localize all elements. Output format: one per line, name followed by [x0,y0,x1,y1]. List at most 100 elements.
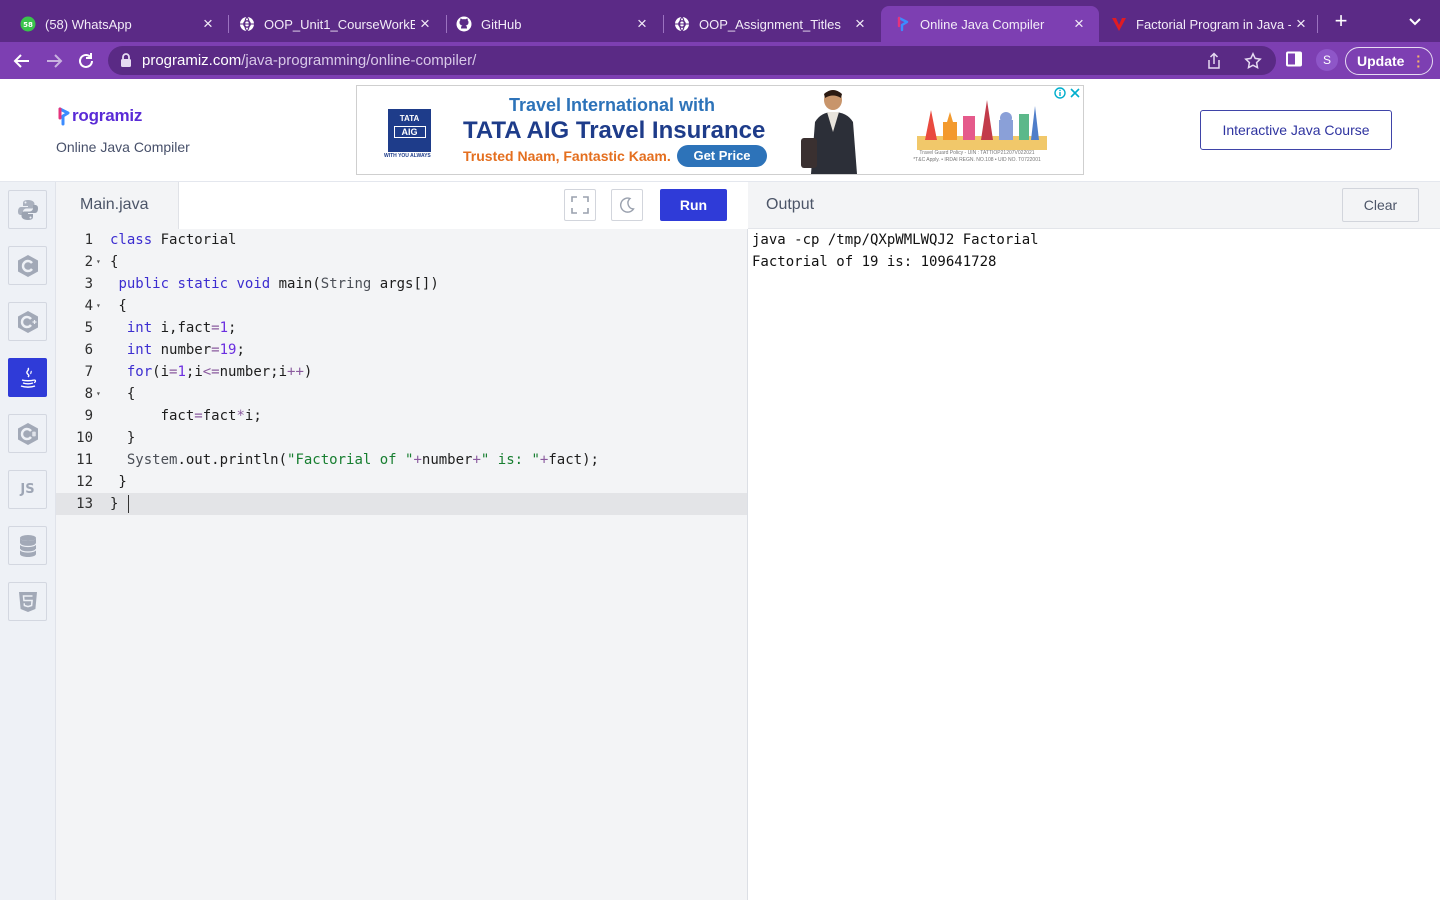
ad-choices[interactable] [1054,87,1081,99]
lock-icon [120,53,132,72]
c-icon [17,254,38,277]
code-text: System.out.println("Factorial of "+numbe… [126,452,599,468]
interactive-course-button[interactable]: Interactive Java Course [1200,110,1392,150]
ad-get-price-button[interactable]: Get Price [677,145,767,167]
fullscreen-button[interactable] [564,189,596,221]
advertisement-banner[interactable]: TATA AIG WITH YOU ALWAYS Travel Internat… [356,85,1084,175]
fold-arrow-icon[interactable]: ▾ [96,251,101,273]
lang-csharp[interactable] [8,414,47,453]
url-text: programiz.com/java-programming/online-co… [142,52,476,69]
browser-tab-whatsapp[interactable]: 58 (58) WhatsApp × [0,6,228,42]
new-tab-icon[interactable]: + [1330,10,1352,32]
lang-javascript[interactable]: JS [8,470,47,509]
ad-logo-tagline: WITH YOU ALWAYS [384,153,431,159]
html5-icon [18,591,37,612]
clear-button[interactable]: Clear [1342,188,1419,222]
code-text: } [110,474,127,490]
close-tab-icon[interactable]: × [1291,14,1311,34]
output-line: java -cp /tmp/QXpWMLWQJ2 Factorial [752,232,1039,248]
bookmark-star-icon[interactable] [1244,52,1262,70]
lang-java[interactable] [8,358,47,397]
ad-fine-print-1: Travel Guard Policy - UIN : TATTIOP21207… [919,150,1035,156]
tab-badge: 58 [23,21,33,29]
browser-toolbar: programiz.com/java-programming/online-co… [0,42,1440,79]
output-title: Output [766,196,815,213]
ad-product-name: TATA AIG Travel Insurance [463,117,766,144]
browser-tab-coursework[interactable]: OOP_Unit1_CourseWorkBo × [219,6,445,42]
browser-tab-online-java-compiler[interactable]: Online Java Compiler × [881,6,1099,42]
side-panel-icon[interactable] [1286,51,1302,72]
globe-icon [239,16,255,32]
forward-icon[interactable] [41,48,67,74]
profile-avatar[interactable]: S [1316,49,1338,71]
ad-headline: Travel International with [509,95,716,115]
lang-html[interactable] [8,582,47,621]
code-text: int i,fact=1; [126,320,237,336]
lang-python[interactable] [8,190,47,229]
output-header: Output Clear [748,182,1440,229]
line-number: 11 [76,452,93,468]
tab-title: OOP_Assignment_Titles [699,16,841,32]
back-icon[interactable] [9,48,35,74]
lang-sql[interactable] [8,526,47,565]
file-tab-main-java[interactable]: Main.java [56,182,179,229]
close-tab-icon[interactable]: × [1069,14,1089,34]
code-text: } [110,493,130,515]
moon-icon [620,197,635,213]
update-label: Update [1357,53,1405,69]
line-number: 3 [84,276,93,292]
lang-c[interactable] [8,246,47,285]
address-bar[interactable]: programiz.com/java-programming/online-co… [108,46,1276,75]
code-text: { [110,298,127,314]
line-number: 2 [84,254,93,270]
code-text: public static void main(String args[]) [118,276,439,292]
line-number: 7 [84,364,93,380]
code-line: 11 System.out.println("Factorial of "+nu… [56,449,747,471]
chevron-down-icon[interactable] [1408,14,1426,28]
javatpoint-icon [1111,16,1127,32]
run-button[interactable]: Run [660,189,727,221]
tab-title: (58) WhatsApp [45,16,132,32]
fold-arrow-icon[interactable]: ▾ [96,295,101,317]
close-tab-icon[interactable]: × [632,14,652,34]
ad-info-icon[interactable] [1054,87,1066,99]
java-icon [20,367,36,388]
output-line: Factorial of 19 is: 109641728 [752,254,997,270]
fold-arrow-icon[interactable]: ▾ [96,383,101,405]
code-text: } [110,430,136,446]
code-text: { [110,254,119,270]
close-tab-icon[interactable]: × [415,14,435,34]
ad-fine-print-2: *T&C Apply. • IRDAI REGN. NO.108 • UID N… [913,157,1041,163]
code-line: 1 class Factorial [56,229,747,251]
dark-mode-button[interactable] [611,189,643,221]
lang-cpp[interactable] [8,302,47,341]
browser-tab-assignment-titles[interactable]: OOP_Assignment_Titles × [654,6,880,42]
line-number: 5 [84,320,93,336]
line-number: 4 [84,298,93,314]
browser-tab-factorial-program[interactable]: Factorial Program in Java - × [1099,6,1317,42]
close-tab-icon[interactable]: × [850,14,870,34]
ad-close-icon[interactable] [1069,87,1081,99]
programiz-logo[interactable]: rogramiz [57,106,142,126]
code-text: class Factorial [110,232,237,248]
logo-text: rogramiz [72,106,143,125]
line-number: 13 [76,496,93,512]
code-text: int number=19; [126,342,245,358]
browser-tab-github[interactable]: GitHub × [436,6,662,42]
code-text: fact=fact*i; [110,408,262,424]
code-line: 7 for(i=1;i<=number;i++) [56,361,747,383]
output-console[interactable]: java -cp /tmp/QXpWMLWQJ2 Factorial Facto… [748,229,1440,900]
code-editor[interactable]: 1 class Factorial 2 ▾ { 3 public static … [56,229,748,900]
ad-logo-mid: AIG [393,126,426,138]
cpp-icon [17,310,38,333]
share-icon[interactable] [1206,52,1224,70]
ad-fine-print: Travel Guard Policy - UIN : TATTIOP21207… [882,150,1072,164]
text-cursor [128,495,130,513]
tab-title: GitHub [481,16,522,32]
line-number: 10 [76,430,93,446]
whatsapp-icon: 58 [20,16,36,32]
update-button[interactable]: Update · · · [1345,47,1433,75]
site-header: rogramiz Online Java Compiler TATA AIG W… [0,79,1440,182]
close-tab-icon[interactable]: × [198,14,218,34]
reload-icon[interactable] [73,48,99,74]
